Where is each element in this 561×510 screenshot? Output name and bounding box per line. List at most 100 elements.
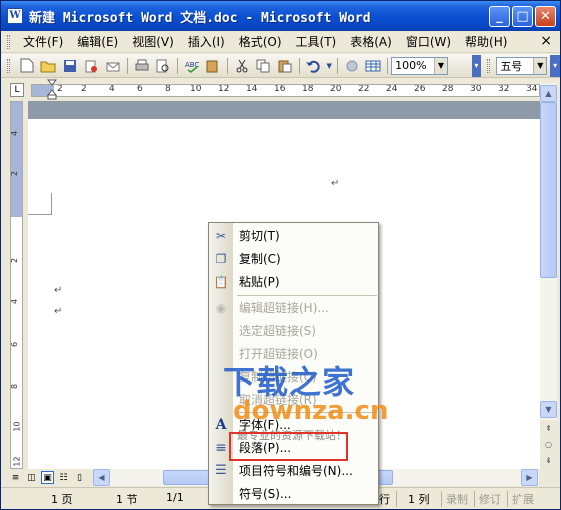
close-button[interactable]: ✕ [535, 6, 556, 27]
browse-object-icon[interactable]: ○ [540, 436, 557, 453]
email-icon[interactable] [103, 56, 123, 76]
word-window: W 新建 Microsoft Word 文档.doc - Microsoft W… [0, 0, 561, 510]
menu-item-label: 编辑超链接(H)... [239, 301, 329, 315]
undo-icon[interactable] [304, 56, 324, 76]
scroll-left-icon[interactable]: ◀ [93, 469, 110, 486]
menu-table[interactable]: 表格(A) [343, 33, 399, 50]
ruler-number: 12 [218, 84, 230, 94]
table-icon[interactable] [364, 56, 384, 76]
zoom-dropdown-icon[interactable]: ▼ [434, 57, 447, 74]
toolbar-separator [176, 57, 178, 74]
next-page-icon[interactable]: ⇟ [540, 452, 557, 469]
menu-file[interactable]: 文件(F) [16, 33, 70, 50]
save-icon[interactable] [60, 56, 80, 76]
outline-view-icon[interactable]: ☷ [57, 471, 70, 484]
ruler-number: 2 [57, 84, 63, 94]
formatting-options-icon[interactable]: ▾ [550, 54, 560, 77]
permission-icon[interactable] [82, 56, 102, 76]
research-icon[interactable] [203, 56, 223, 76]
edit-hyperlink-icon: ◉ [215, 300, 227, 315]
ruler-number: 8 [165, 84, 171, 94]
window-controls: _ □ ✕ [489, 6, 556, 27]
menu-item-copy[interactable]: ❐ 复制(C) [209, 247, 378, 270]
copy-icon[interactable] [254, 56, 274, 76]
vertical-ruler-number: 12 [12, 456, 22, 467]
open-folder-icon[interactable] [39, 56, 59, 76]
menu-edit[interactable]: 编辑(E) [70, 33, 125, 50]
status-record[interactable]: 录制 [446, 491, 468, 507]
font-icon: A [215, 416, 227, 433]
vertical-ruler-strip[interactable]: 4 2 2 4 6 8 10 12 [10, 101, 23, 469]
status-separator [474, 491, 475, 507]
menu-insert[interactable]: 插入(I) [181, 33, 232, 50]
menu-help[interactable]: 帮助(H) [458, 33, 514, 50]
cut-icon[interactable] [232, 56, 252, 76]
vertical-ruler: 4 2 2 4 6 8 10 12 [7, 101, 25, 469]
ruler-number: 20 [330, 84, 342, 94]
paste-icon[interactable] [275, 56, 295, 76]
status-page: 1 页 [51, 493, 73, 506]
status-separator [441, 491, 442, 507]
ruler-number: 24 [386, 84, 398, 94]
new-document-icon[interactable] [17, 56, 37, 76]
first-line-indent-marker-icon[interactable] [47, 79, 57, 101]
menu-item-label: 选定超链接(S) [239, 324, 316, 338]
maximize-button[interactable]: □ [512, 6, 533, 27]
print-preview-icon[interactable] [153, 56, 173, 76]
ruler-number: 34 [526, 84, 538, 94]
ruler-strip[interactable]: 2 2 4 6 8 10 12 14 16 18 20 22 24 26 28 … [31, 84, 540, 97]
scroll-up-icon[interactable]: ▲ [540, 85, 557, 102]
ruler-number: 16 [274, 84, 286, 94]
menu-item-edit-hyperlink: ◉ 编辑超链接(H)... [209, 296, 378, 319]
print-layout-view-icon[interactable]: ▣ [41, 471, 54, 484]
bullets-icon: ☰ [215, 463, 227, 478]
menu-bar: 文件(F) 编辑(E) 视图(V) 插入(I) 格式(O) 工具(T) 表格(A… [1, 31, 560, 53]
toolbar-options-icon[interactable]: ▾ [471, 54, 482, 77]
scroll-right-icon[interactable]: ▶ [521, 469, 538, 486]
scroll-down-icon[interactable]: ▼ [540, 401, 557, 418]
menu-item-cut[interactable]: ✂ 剪切(T) [209, 224, 378, 247]
zoom-value: 100% [395, 59, 427, 72]
horizontal-ruler: L 2 2 4 6 8 10 12 14 16 18 20 22 24 26 2… [1, 79, 560, 101]
ruler-number: 10 [190, 84, 202, 94]
word-app-icon[interactable]: W [7, 8, 23, 24]
status-section: 1 节 [116, 493, 138, 506]
status-extend[interactable]: 扩展 [512, 491, 534, 507]
zoom-combobox[interactable]: 100% ▼ [391, 56, 448, 75]
menu-item-bullets-numbering[interactable]: ☰ 项目符号和编号(N)... [209, 459, 378, 482]
ruler-number: 22 [358, 84, 370, 94]
menu-tools[interactable]: 工具(T) [289, 33, 344, 50]
paste-icon: 📋 [213, 274, 229, 289]
menu-item-paste[interactable]: 📋 粘贴(P) [209, 270, 378, 293]
font-size-dropdown-icon[interactable]: ▼ [533, 57, 547, 74]
menu-item-symbol[interactable]: 符号(S)... [209, 482, 378, 505]
vertical-scroll-thumb[interactable] [540, 102, 557, 278]
vertical-scrollbar[interactable]: ▲ ▼ ⇞ ○ ⇟ [540, 83, 557, 469]
menu-format[interactable]: 格式(O) [232, 33, 289, 50]
tab-selector-button[interactable]: L [10, 83, 24, 97]
menu-item-label: 项目符号和编号(N)... [239, 464, 353, 478]
menu-window[interactable]: 窗口(W) [399, 33, 458, 50]
minimize-button[interactable]: _ [489, 6, 510, 27]
ruler-number: 26 [414, 84, 426, 94]
formatting-toolbar-grip-icon[interactable] [487, 58, 491, 73]
menubar-grip-icon[interactable] [7, 34, 10, 49]
web-view-icon[interactable]: ◫ [25, 471, 38, 484]
normal-view-icon[interactable]: ≡ [9, 471, 22, 484]
document-close-button[interactable]: × [540, 33, 552, 49]
watermark-domain: downza.cn [233, 396, 389, 426]
ruler-number: 32 [498, 84, 510, 94]
status-track-changes[interactable]: 修订 [479, 491, 501, 507]
menu-item-select-hyperlink: 选定超链接(S) [209, 319, 378, 342]
toolbar-separator [126, 57, 128, 74]
paragraph-mark: ↵ [54, 285, 63, 296]
menu-view[interactable]: 视图(V) [125, 33, 181, 50]
previous-page-icon[interactable]: ⇞ [540, 420, 557, 437]
print-icon[interactable] [132, 56, 152, 76]
hyperlink-icon[interactable] [342, 56, 362, 76]
spelling-check-icon[interactable]: ABC [182, 56, 202, 76]
reading-view-icon[interactable]: ▯ [73, 471, 86, 484]
font-size-combobox[interactable]: 五号 ▼ [496, 56, 548, 75]
toolbar-grip-icon[interactable] [7, 58, 10, 73]
undo-dropdown-icon[interactable]: ▼ [325, 56, 333, 76]
